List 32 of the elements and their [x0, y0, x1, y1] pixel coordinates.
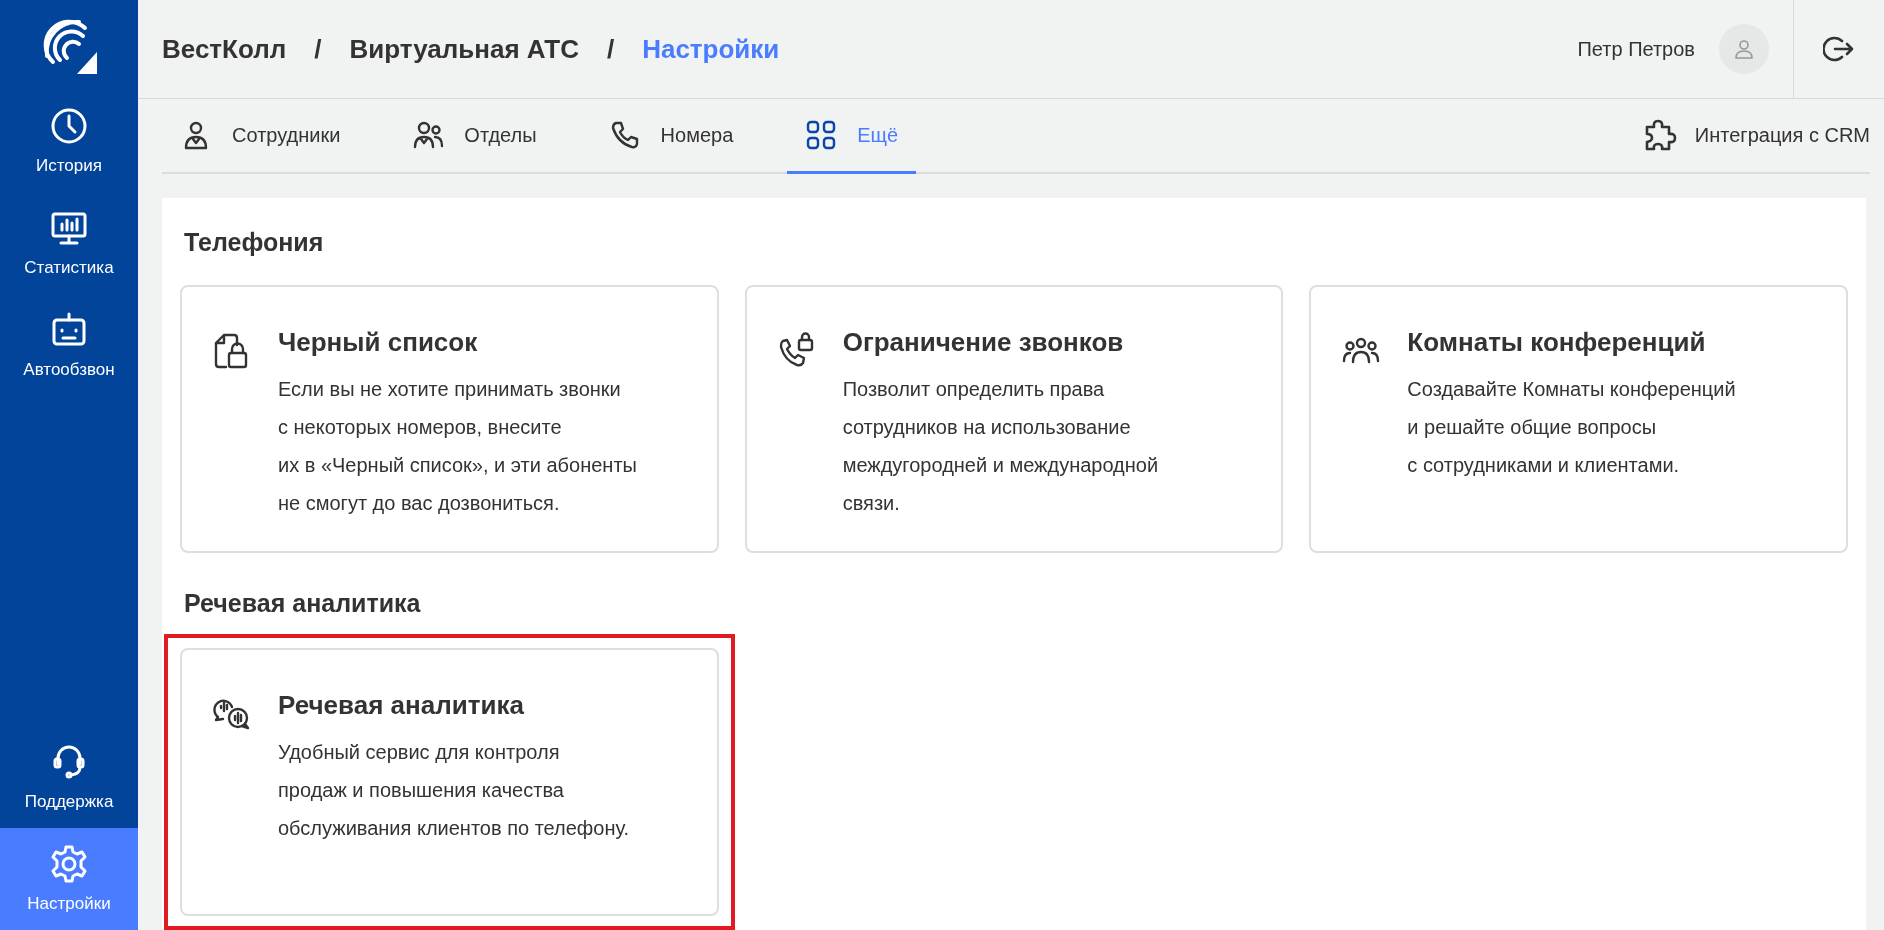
card-title: Речевая аналитика	[278, 690, 525, 721]
crm-integration-link[interactable]: Интеграция с CRM	[1622, 99, 1870, 174]
card-title: Черный список	[278, 327, 479, 358]
feature-card[interactable]: Комнаты конференций Создавайте Комнаты конференций и решайте общие вопросы с сотрудниками и клиентами.	[1309, 285, 1848, 553]
card-description: Создавайте Комнаты конференций и решайте общие вопросы с сотрудниками и клиентами.	[1407, 377, 1736, 478]
user-name: Петр Петров	[1577, 37, 1695, 61]
card-description: Позволит определить права сотрудников на использование междугородней и международной связи.	[842, 377, 1159, 516]
breadcrumb-link[interactable]: ВестКолл	[162, 33, 287, 65]
sidebar-item[interactable]: История	[0, 90, 138, 192]
tab[interactable]: Сотрудники	[162, 99, 359, 174]
settings-icon	[49, 844, 89, 884]
sidebar-item[interactable]: Настройки	[0, 828, 138, 930]
feature-card[interactable]: Ограничение звонков Позволит определить права сотрудников на использование междугородней и международной связи.	[744, 285, 1284, 553]
card-description: Удобный сервис для контроля продаж и повышения качества обслуживания клиентов по телефону.	[278, 740, 630, 841]
section-title: Речевая аналитика	[184, 589, 422, 618]
card-title: Ограничение звонков	[842, 327, 1125, 358]
breadcrumb-separator: /	[314, 33, 322, 65]
feature-card[interactable]: Речевая аналитика Удобный сервис для контроля продаж и повышения качества обслуживания клиентов по телефону.	[180, 648, 719, 916]
grid-icon	[805, 119, 838, 151]
sidebar-item[interactable]: Автообзвон	[0, 294, 138, 396]
sidebar-item[interactable]: Поддержка	[0, 726, 138, 828]
section-title: Телефония	[184, 228, 325, 257]
tab[interactable]: Номера	[590, 99, 752, 174]
clock-icon	[49, 106, 89, 146]
card-description: Если вы не хотите принимать звонки с некоторых номеров, внесите их в «Черный список», и эти абоненты не смогут до вас дозвониться.	[278, 377, 637, 516]
breadcrumb-link[interactable]: Виртуальная АТС	[349, 33, 579, 65]
tab[interactable]: Отделы	[394, 99, 555, 174]
card-title: Комнаты конференций	[1407, 327, 1707, 358]
people-icon	[412, 119, 445, 151]
breadcrumb-separator: /	[606, 33, 615, 65]
sidebar-item[interactable]: Статистика	[0, 192, 138, 294]
feature-card[interactable]: Черный список Если вы не хотите принимать звонки с некоторых номеров, внесите их в «Черный список», и эти абоненты не смогут до вас дозвониться.	[180, 285, 719, 553]
